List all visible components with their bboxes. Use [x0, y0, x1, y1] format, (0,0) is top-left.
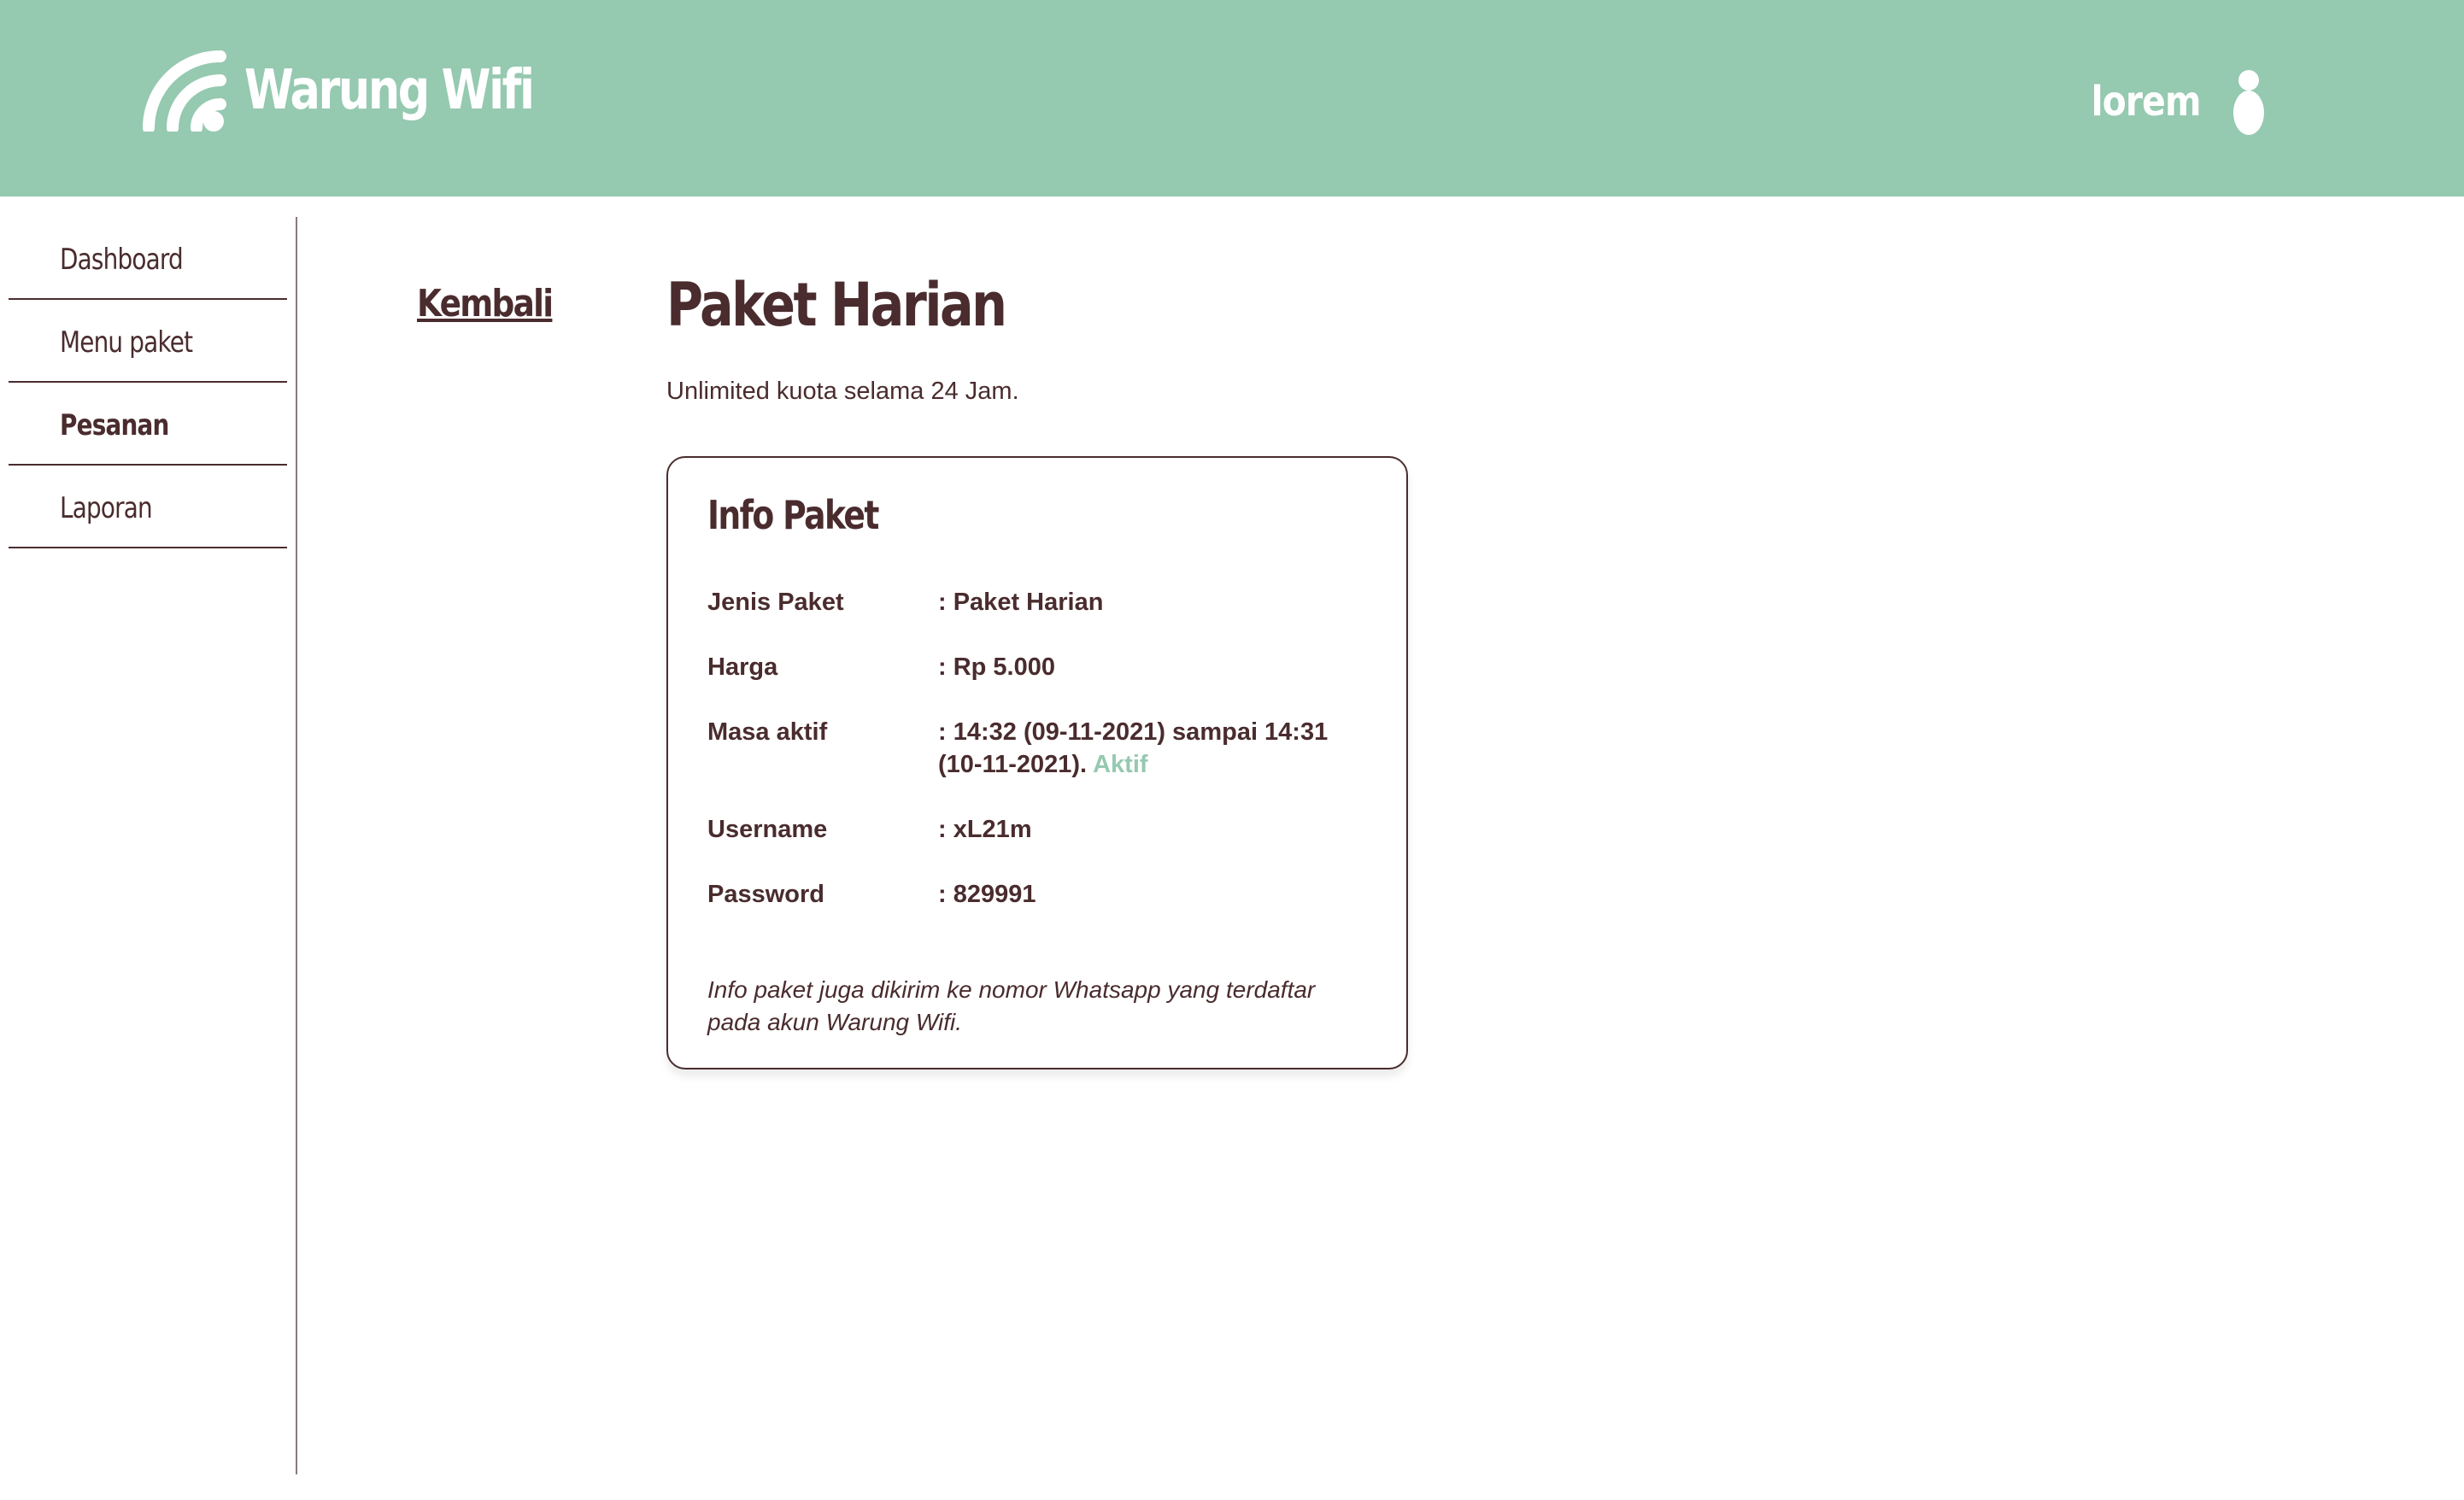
- info-label: Masa aktif: [707, 718, 828, 746]
- user-menu[interactable]: lorem: [2072, 68, 2266, 135]
- sidebar-nav: Dashboard Menu paket Pesanan Laporan: [0, 217, 297, 1474]
- info-label: Password: [707, 881, 824, 908]
- sidebar-item-label: Dashboard: [60, 243, 184, 277]
- brand-logo[interactable]: Warung Wifi: [142, 50, 596, 132]
- info-label: Harga: [707, 653, 778, 681]
- status-badge: Aktif: [1093, 751, 1148, 778]
- sidebar-item-menu-paket[interactable]: Menu paket: [9, 300, 287, 383]
- card-title: Info Paket: [707, 492, 879, 538]
- user-icon: [2233, 70, 2264, 135]
- info-value: : 829991: [938, 881, 1036, 908]
- info-value-masa-aktif: : 14:32 (09-11-2021) sampai 14:31 (10-11…: [938, 716, 1365, 781]
- sidebar-item-label: Pesanan: [60, 408, 169, 442]
- user-name: lorem: [2091, 78, 2202, 126]
- sidebar-item-pesanan[interactable]: Pesanan: [9, 383, 287, 466]
- page-title: Paket Harian: [666, 270, 1007, 340]
- info-value: : Rp 5.000: [938, 653, 1055, 681]
- sidebar-item-dashboard[interactable]: Dashboard: [9, 217, 287, 300]
- info-label: Jenis Paket: [707, 589, 844, 616]
- sidebar-item-laporan[interactable]: Laporan: [9, 466, 287, 548]
- top-header: Warung Wifi lorem: [0, 0, 2464, 196]
- info-value: : Paket Harian: [938, 589, 1104, 616]
- info-value: : xL21m: [938, 816, 1032, 843]
- card-note: Info paket juga dikirim ke nomor Whatsap…: [707, 976, 1316, 1035]
- page-description: Unlimited kuota selama 24 Jam.: [666, 378, 1019, 405]
- back-link[interactable]: Kembali: [417, 282, 554, 325]
- wifi-icon: [143, 50, 226, 132]
- info-label: Username: [707, 816, 828, 843]
- sidebar-item-label: Menu paket: [60, 325, 193, 360]
- sidebar-item-label: Laporan: [60, 491, 153, 525]
- brand-name: Warung Wifi: [244, 59, 535, 122]
- info-paket-card: Info Paket Jenis Paket : Paket Harian Ha…: [666, 456, 1408, 1069]
